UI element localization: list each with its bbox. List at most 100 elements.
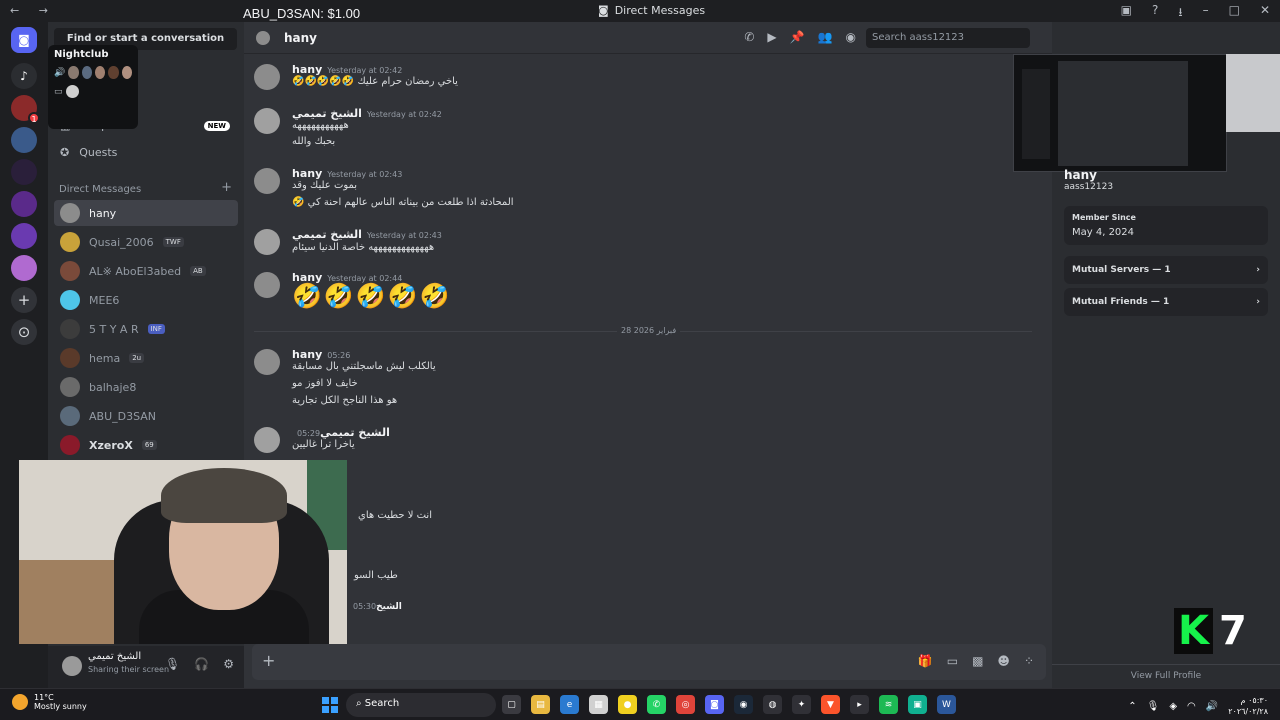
- server-5[interactable]: [11, 191, 37, 217]
- add-friend-icon[interactable]: 👥: [818, 30, 833, 44]
- stream-preview[interactable]: [1013, 54, 1227, 172]
- whatsapp-icon[interactable]: ✆: [647, 695, 666, 714]
- network-icon[interactable]: ◈: [1169, 701, 1177, 712]
- avatar: [60, 319, 80, 339]
- nav-arrows[interactable]: ← →: [10, 4, 56, 17]
- server-3[interactable]: [11, 127, 37, 153]
- message-author[interactable]: hany: [292, 63, 322, 76]
- app-icon[interactable]: ▸: [850, 695, 869, 714]
- nav-quests[interactable]: ✪ Quests: [60, 146, 117, 159]
- server-4[interactable]: [11, 159, 37, 185]
- volume-icon[interactable]: 🔊: [1206, 701, 1218, 712]
- avatar: [60, 290, 80, 310]
- discover-icon[interactable]: ⊙: [11, 319, 37, 345]
- dm-item-hany[interactable]: hany: [54, 200, 238, 226]
- dm-item-styar[interactable]: 5 T Y A R INF: [54, 316, 238, 342]
- message-author[interactable]: الشيخ تميمي: [320, 426, 390, 439]
- window-controls: ▣ ? ⭳ – □ ✕: [1121, 3, 1270, 24]
- server-7[interactable]: [11, 255, 37, 281]
- webcam-bed: [19, 560, 119, 644]
- message-author[interactable]: hany: [292, 167, 322, 180]
- chevron-right-icon: ›: [1256, 297, 1260, 307]
- mutual-friends-button[interactable]: Mutual Friends — 1 ›: [1064, 288, 1268, 316]
- start-icon[interactable]: [322, 697, 338, 713]
- word-icon[interactable]: W: [937, 695, 956, 714]
- search-input[interactable]: Search aass12123: [866, 28, 1030, 48]
- pin-icon[interactable]: 📌: [790, 30, 805, 44]
- weather-temp: 11°C: [34, 693, 54, 702]
- user-panel: الشيخ تميمي Sharing their screen 🎙 🎧 ⚙: [48, 646, 244, 688]
- message-author[interactable]: الشيخ: [376, 602, 402, 612]
- dm-item-abu-d3san[interactable]: ABU_D3SAN: [54, 403, 238, 429]
- avatar: [121, 66, 133, 79]
- message-author[interactable]: الشيخ تميمي: [292, 107, 362, 120]
- taskbar-search[interactable]: ⌕ Search: [346, 693, 496, 717]
- video-icon[interactable]: ▶: [767, 30, 776, 44]
- task-view-icon[interactable]: ▢: [502, 695, 521, 714]
- app-icon[interactable]: ▣: [908, 695, 927, 714]
- avatar[interactable]: [62, 656, 82, 676]
- app-icon[interactable]: ✦: [792, 695, 811, 714]
- weather-widget[interactable]: 11°C Mostly sunny: [12, 693, 87, 711]
- gif-icon[interactable]: ▭: [947, 654, 958, 668]
- avatar: [254, 64, 280, 90]
- app-yellow-icon[interactable]: ●: [618, 695, 637, 714]
- emoji-icon[interactable]: ☻: [997, 654, 1010, 668]
- steam-icon[interactable]: ◉: [734, 695, 753, 714]
- add-server-icon[interactable]: +: [11, 287, 37, 313]
- server-nightclub[interactable]: ♪: [11, 63, 37, 89]
- message-composer[interactable]: + 🎁 ▭ ▩ ☻ ⁘: [252, 644, 1046, 680]
- profile-toggle-icon[interactable]: ◉: [846, 30, 856, 44]
- server-2[interactable]: 1: [11, 95, 40, 124]
- obs-icon[interactable]: ◍: [763, 695, 782, 714]
- chat-area: hany ✆ ▶ 📌 👥 ◉ hany Yesterday at 02:42 🤣🤣…: [244, 22, 1052, 688]
- new-badge: NEW: [203, 121, 230, 131]
- call-icon[interactable]: ✆: [744, 30, 754, 44]
- clock[interactable]: ٠٥:٣٠ م ٢٠٢٦/٠٢/٢٨: [1228, 695, 1268, 717]
- help-icon[interactable]: ?: [1152, 3, 1158, 24]
- download-icon[interactable]: ⭳: [1178, 3, 1182, 24]
- create-dm-icon[interactable]: +: [221, 180, 232, 195]
- dm-item-aboel3abed[interactable]: AL※ AboEl3abed AB: [54, 258, 238, 284]
- store-icon[interactable]: ▦: [589, 695, 608, 714]
- dm-item-xzerox[interactable]: XzeroX 69: [54, 432, 238, 458]
- inbox-icon[interactable]: ▣: [1121, 3, 1132, 24]
- sticker-icon[interactable]: ▩: [972, 654, 983, 668]
- dm-item-hema[interactable]: hema 2u: [54, 345, 238, 371]
- avatar: [65, 85, 79, 98]
- attach-icon[interactable]: +: [262, 651, 275, 670]
- message-author[interactable]: الشيخ تميمي: [292, 228, 362, 241]
- edge-icon[interactable]: e: [560, 695, 579, 714]
- dm-item-qusai[interactable]: Qusai_2006 TWF: [54, 229, 238, 255]
- close-icon[interactable]: ✕: [1260, 3, 1270, 24]
- brave-icon[interactable]: ▼: [821, 695, 840, 714]
- server-6[interactable]: [11, 223, 37, 249]
- maximize-icon[interactable]: □: [1229, 3, 1240, 24]
- chevron-right-icon: ›: [1256, 265, 1260, 275]
- dm-item-mee6[interactable]: MEE6: [54, 287, 238, 313]
- view-full-profile-link[interactable]: View Full Profile: [1052, 664, 1280, 681]
- spotify-icon[interactable]: ≋: [879, 695, 898, 714]
- mutual-servers-button[interactable]: Mutual Servers — 1 ›: [1064, 256, 1268, 284]
- settings-icon[interactable]: ⚙: [223, 657, 234, 671]
- apps-icon[interactable]: ⁘: [1024, 654, 1034, 668]
- donation-overlay: ABU_D3SAN: $1.00: [243, 6, 361, 21]
- dm-item-balhaje8[interactable]: balhaje8: [54, 374, 238, 400]
- message-text: خايف لا افوز مو: [292, 378, 358, 389]
- wifi-icon[interactable]: ◠: [1187, 701, 1196, 712]
- chevron-up-icon[interactable]: ⌃: [1128, 701, 1136, 712]
- chrome-icon[interactable]: ◎: [676, 695, 695, 714]
- file-explorer-icon[interactable]: ▤: [531, 695, 550, 714]
- headphones-icon[interactable]: 🎧: [194, 657, 209, 671]
- message-author[interactable]: hany: [292, 348, 322, 361]
- home-button[interactable]: ◙: [11, 27, 37, 53]
- message-time: Yesterday at 02:42: [327, 66, 403, 75]
- avatar: [254, 349, 280, 375]
- mic-tray-icon[interactable]: 🎙: [1147, 701, 1160, 712]
- minimize-icon[interactable]: –: [1203, 3, 1209, 24]
- gift-icon[interactable]: 🎁: [918, 654, 933, 668]
- member-since-card: Member Since May 4, 2024: [1064, 206, 1268, 245]
- discord-taskbar-icon[interactable]: ◙: [705, 695, 724, 714]
- mic-icon[interactable]: 🎙: [165, 657, 180, 671]
- message-text: هههههههههههه: [292, 120, 349, 131]
